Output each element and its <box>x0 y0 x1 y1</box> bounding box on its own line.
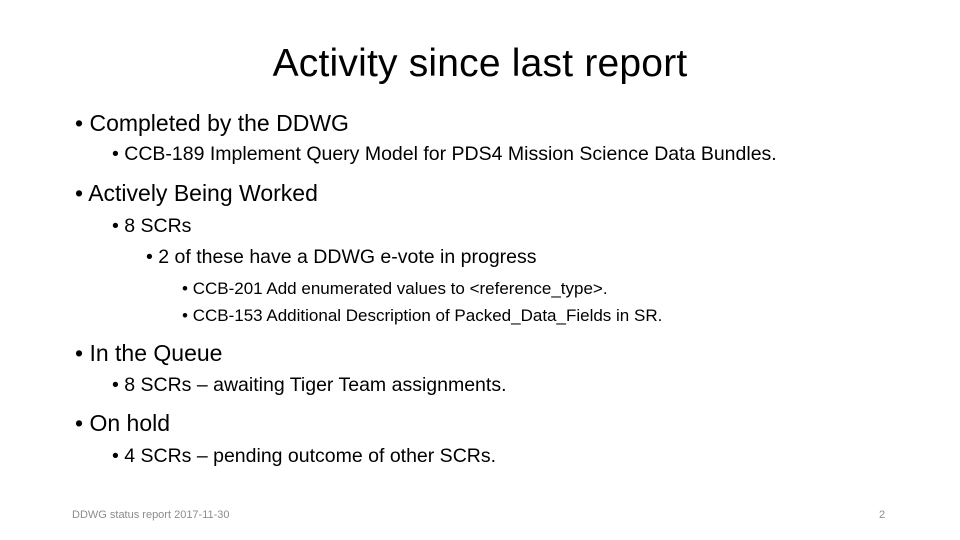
item-label: 8 SCRs <box>124 215 192 237</box>
list-item: • CCB-201 Add enumerated values to <refe… <box>182 279 608 299</box>
item-label: 2 of these have a DDWG e-vote in progres… <box>158 246 537 268</box>
bullet-icon: • <box>112 374 119 396</box>
bullet-icon: • <box>75 110 84 136</box>
footer-text: DDWG status report 2017-11-30 <box>72 509 230 521</box>
item-label: CCB-153 Additional Description of Packed… <box>192 306 663 325</box>
list-item: • 8 SCRs <box>112 215 191 238</box>
bullet-icon: • <box>112 143 119 165</box>
bullet-icon: • <box>75 410 84 436</box>
slide-title: Activity since last report <box>272 42 688 85</box>
section-actively-worked: • Actively Being Worked <box>75 180 318 207</box>
bullet-icon: • <box>112 445 119 467</box>
section-label: In the Queue <box>89 340 223 366</box>
section-label: Actively Being Worked <box>88 180 318 206</box>
section-label: On hold <box>89 410 171 436</box>
item-label: 8 SCRs – awaiting Tiger Team assignments… <box>124 374 507 396</box>
bullet-icon: • <box>146 246 153 268</box>
bullet-icon: • <box>182 279 188 298</box>
list-item: • 2 of these have a DDWG e-vote in progr… <box>146 246 537 269</box>
section-in-queue: • In the Queue <box>75 340 222 367</box>
item-label: CCB-201 Add enumerated values to <refere… <box>192 279 608 298</box>
item-label: CCB-189 Implement Query Model for PDS4 M… <box>124 143 777 165</box>
section-label: Completed by the DDWG <box>89 110 349 136</box>
section-on-hold: • On hold <box>75 410 170 437</box>
item-label: 4 SCRs – pending outcome of other SCRs. <box>124 445 497 467</box>
section-completed: • Completed by the DDWG <box>75 110 349 137</box>
page-number: 2 <box>879 509 886 521</box>
list-item: • CCB-153 Additional Description of Pack… <box>182 306 662 326</box>
list-item: • 8 SCRs – awaiting Tiger Team assignmen… <box>112 374 506 397</box>
bullet-icon: • <box>75 180 84 206</box>
list-item: • 4 SCRs – pending outcome of other SCRs… <box>112 445 496 468</box>
bullet-icon: • <box>112 215 119 237</box>
list-item: • CCB-189 Implement Query Model for PDS4… <box>112 143 777 166</box>
bullet-icon: • <box>75 340 84 366</box>
bullet-icon: • <box>182 306 188 325</box>
